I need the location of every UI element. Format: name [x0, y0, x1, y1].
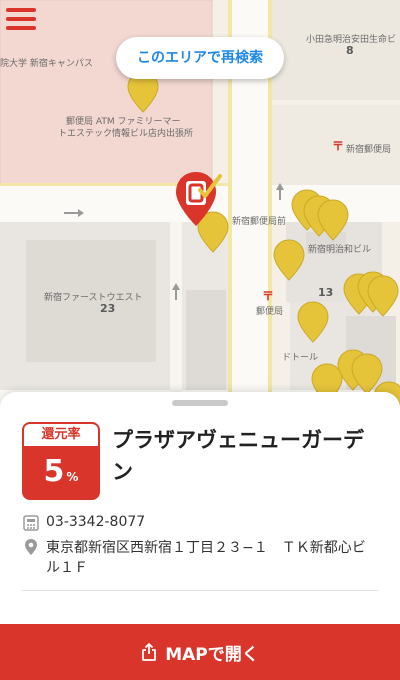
selected-shop-pin-icon[interactable] — [172, 168, 226, 232]
map-pin-icon[interactable] — [296, 300, 330, 344]
phone-icon — [23, 515, 39, 531]
reward-rate-label: 還元率 — [24, 424, 98, 446]
map-label-meiji: 新宿明治和ビル — [308, 245, 372, 255]
menu-icon[interactable] — [4, 4, 44, 36]
map-pin-icon[interactable] — [316, 198, 350, 242]
shop-detail-sheet: 還元率 5% プラザアヴェニューガーデン 03-3342-8077 東京都新宿区… — [0, 392, 400, 680]
divider — [22, 590, 378, 591]
post-office-icon: 〒 — [262, 289, 275, 303]
open-in-map-button[interactable]: MAPで開く — [0, 624, 400, 680]
map-label-bus-stop: 新宿郵便局前 — [232, 217, 287, 227]
location-pin-icon — [25, 539, 37, 555]
post-office-icon: 〒 — [332, 139, 345, 153]
search-this-area-button[interactable]: このエリアで再検索 — [116, 37, 284, 79]
address-row: 東京都新宿区西新宿１丁目２３−１ ＴＫ新都心ビル１Ｆ — [22, 538, 378, 578]
map-label-post-atm-2: トエステック情報ビル店内出張所 — [58, 129, 194, 139]
map-pin-icon[interactable] — [272, 238, 306, 282]
reward-rate-value: 5 — [43, 454, 65, 489]
map-label-shinjuku-post: 新宿郵便局 — [346, 145, 392, 155]
map-label-campus: 院大学 新宿キャンパス — [0, 59, 93, 69]
shop-address: 東京都新宿区西新宿１丁目２３−１ ＴＫ新都心ビル１Ｆ — [46, 540, 366, 576]
map-label-odakyu-num: 8 — [346, 44, 354, 57]
reward-rate-value-box: 5% — [24, 446, 98, 498]
map-pin-icon[interactable] — [366, 274, 400, 318]
map-label-post-office: 郵便局 — [256, 307, 284, 317]
reward-rate-badge: 還元率 5% — [22, 422, 100, 500]
map-label-first-west-num: 23 — [100, 302, 116, 315]
sheet-drag-handle[interactable] — [172, 400, 228, 406]
share-icon — [142, 643, 157, 661]
map-label-first-west: 新宿ファーストウエスト — [44, 293, 143, 303]
map-view[interactable]: 院大学 新宿キャンパス 郵便局 ATM ファミリーマー トエステック情報ビル店内… — [0, 0, 400, 420]
open-in-map-label: MAPで開く — [165, 644, 259, 665]
map-label-block-13: 13 — [318, 286, 334, 299]
shop-name: プラザアヴェニューガーデン — [112, 428, 364, 484]
phone-number: 03-3342-8077 — [46, 514, 146, 530]
phone-row[interactable]: 03-3342-8077 — [22, 514, 145, 532]
reward-rate-unit: % — [66, 470, 79, 484]
